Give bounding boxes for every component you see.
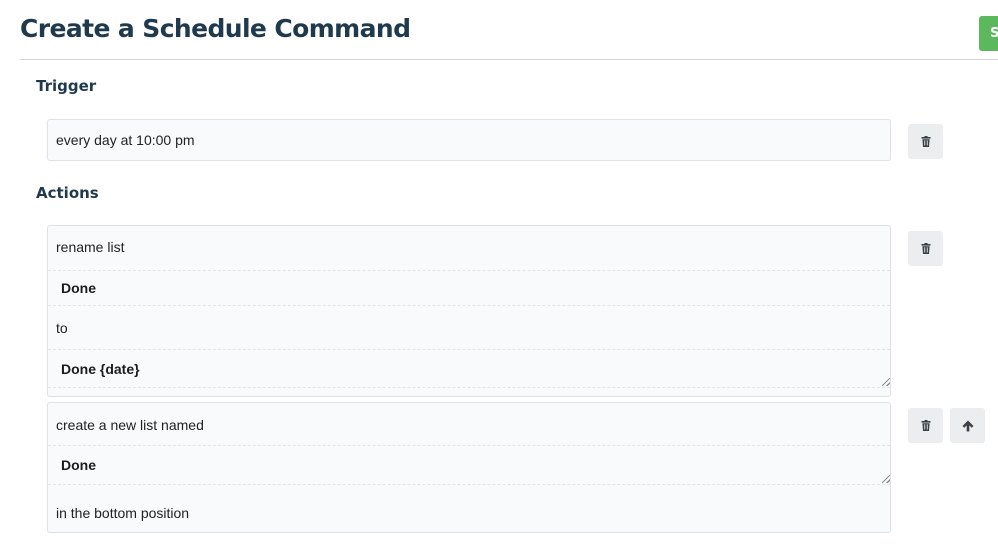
trash-icon: [921, 243, 930, 254]
action-2-list-name-field[interactable]: Done: [48, 457, 890, 473]
trigger-input[interactable]: every day at 10:00 pm: [48, 132, 890, 148]
arrow-up-icon: [962, 420, 973, 431]
action-1-delete-button[interactable]: [908, 231, 943, 266]
title-divider: [20, 59, 998, 60]
row-divider: [48, 270, 890, 271]
action-card-1: rename list Done to Done {date}: [47, 225, 891, 397]
action-1-verb: rename list: [56, 239, 125, 255]
trigger-delete-button[interactable]: [908, 124, 943, 159]
row-divider: [48, 305, 890, 306]
row-divider: [48, 387, 890, 388]
action-1-connector: to: [56, 320, 68, 336]
actions-heading: Actions: [36, 184, 99, 202]
save-button[interactable]: S: [979, 16, 998, 51]
action-2-position: in the bottom position: [56, 505, 190, 521]
row-divider: [48, 484, 890, 485]
action-2-move-up-button[interactable]: [950, 408, 985, 443]
row-divider: [48, 445, 890, 446]
trash-icon: [921, 136, 930, 147]
row-divider: [48, 349, 890, 350]
action-card-2: create a new list named Done in the bott…: [47, 402, 891, 533]
action-1-list-name-field[interactable]: Done: [48, 280, 890, 296]
page-title: Create a Schedule Command: [20, 14, 411, 43]
resize-handle-icon[interactable]: [882, 378, 890, 386]
action-2-verb: create a new list named: [56, 417, 204, 433]
trash-icon: [921, 420, 930, 431]
resize-handle-icon[interactable]: [882, 475, 890, 483]
action-2-delete-button[interactable]: [908, 408, 943, 443]
action-1-new-name-field[interactable]: Done {date}: [48, 361, 890, 377]
trigger-card[interactable]: every day at 10:00 pm: [47, 119, 891, 161]
trigger-heading: Trigger: [36, 77, 97, 95]
